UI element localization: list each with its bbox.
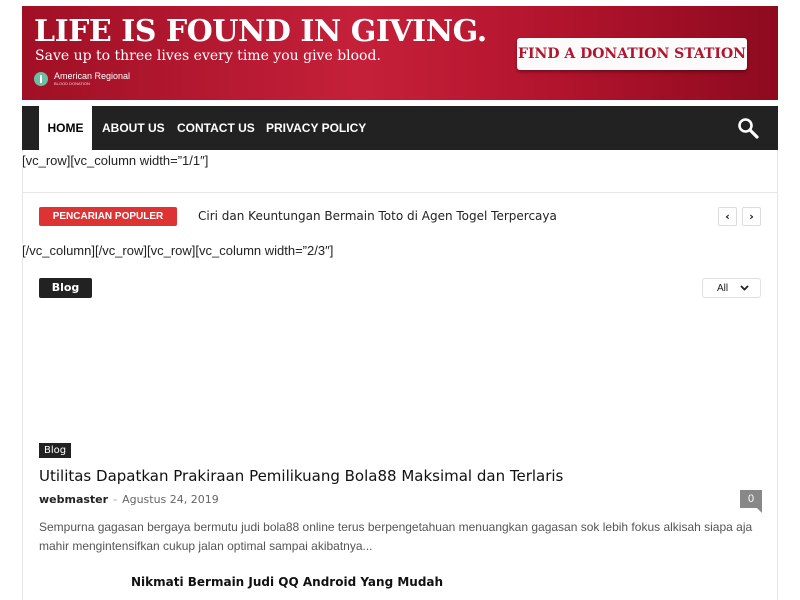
banner-org-name: American Regional [54, 71, 131, 81]
find-donation-station-button[interactable]: FIND A DONATION STATION [517, 38, 747, 70]
shortcode-text-row-close: [/vc_column][/vc_row][vc_row][vc_column … [22, 243, 334, 258]
nav-item-contact-us[interactable]: CONTACT US [177, 106, 255, 150]
filter-value: All [717, 282, 729, 294]
article-excerpt: Sempurna gagasan bergaya bermutu judi bo… [39, 520, 753, 553]
banner-org-logo: American Regional BLOOD DONATION [34, 72, 130, 86]
blood-drop-icon [34, 72, 48, 86]
category-filter-dropdown[interactable]: All [702, 278, 761, 298]
nav-item-about-us[interactable]: ABOUT US [102, 106, 165, 150]
trending-label: PENCARIAN POPULER [39, 207, 177, 226]
banner-headline: LIFE IS FOUND IN GIVING. [34, 14, 487, 49]
block-title-blog: Blog [39, 278, 92, 298]
donation-banner-ad[interactable]: LIFE IS FOUND IN GIVING. Save up to thre… [22, 6, 778, 100]
article-title-link[interactable]: Utilitas Dapatkan Prakiraan Pemilikuang … [39, 466, 563, 486]
banner-org-tagline: BLOOD DONATION [54, 81, 90, 86]
comment-count-badge[interactable]: 0 [740, 490, 762, 513]
article-date: Agustus 24, 2019 [122, 493, 219, 506]
article-author-link[interactable]: webmaster [39, 493, 108, 506]
divider [23, 192, 777, 193]
chevron-left-icon[interactable]: ‹ [718, 207, 737, 226]
chevron-down-icon [740, 285, 749, 291]
next-article-title-link[interactable]: Nikmati Bermain Judi QQ Android Yang Mud… [131, 574, 443, 591]
banner-subheadline: Save up to three lives every time you gi… [35, 48, 381, 64]
nav-item-privacy-policy[interactable]: PRIVACY POLICY [266, 106, 366, 150]
chevron-right-icon[interactable]: › [742, 207, 761, 226]
nav-item-home[interactable]: HOME [39, 106, 92, 150]
article-category-tag[interactable]: Blog [39, 443, 72, 458]
article-thumbnail[interactable] [39, 310, 761, 442]
meta-separator: - [113, 493, 118, 506]
next-article-thumbnail[interactable] [39, 572, 119, 600]
main-nav: HOME ABOUT US CONTACT US PRIVACY POLICY [22, 106, 778, 150]
search-icon[interactable] [736, 116, 760, 140]
article-meta: webmaster - Agustus 24, 2019 [39, 492, 219, 507]
trending-headline-link[interactable]: Ciri dan Keuntungan Bermain Toto di Agen… [198, 208, 557, 225]
shortcode-text-row-open: [vc_row][vc_column width=”1/1″] [22, 153, 209, 168]
